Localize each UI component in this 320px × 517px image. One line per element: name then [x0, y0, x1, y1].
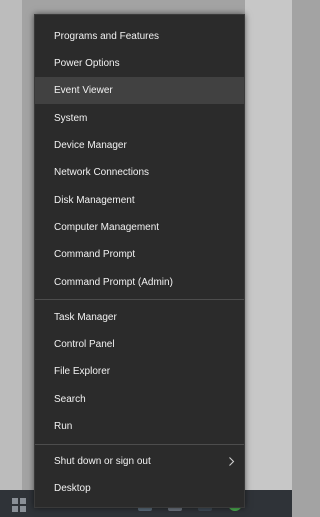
chevron-right-icon — [229, 457, 235, 466]
menu-item-label: Shut down or sign out — [54, 456, 151, 467]
start-button-icon[interactable] — [12, 498, 26, 512]
menu-item-programs-and-features[interactable]: Programs and Features — [35, 23, 244, 50]
desktop-background-left — [0, 0, 22, 517]
menu-separator — [35, 444, 244, 445]
menu-item-control-panel[interactable]: Control Panel — [35, 331, 244, 358]
menu-item-computer-management[interactable]: Computer Management — [35, 214, 244, 241]
menu-item-task-manager[interactable]: Task Manager — [35, 304, 244, 331]
menu-item-command-prompt[interactable]: Command Prompt — [35, 241, 244, 268]
menu-item-file-explorer[interactable]: File Explorer — [35, 358, 244, 385]
menu-item-disk-management[interactable]: Disk Management — [35, 187, 244, 214]
menu-item-system[interactable]: System — [35, 105, 244, 132]
menu-item-search[interactable]: Search — [35, 386, 244, 413]
menu-item-network-connections[interactable]: Network Connections — [35, 159, 244, 186]
menu-separator — [35, 299, 244, 300]
desktop-background-right — [245, 0, 292, 490]
menu-item-shut-down-or-sign-out[interactable]: Shut down or sign out — [35, 448, 244, 475]
winx-context-menu: Programs and Features Power Options Even… — [34, 14, 245, 508]
menu-item-power-options[interactable]: Power Options — [35, 50, 244, 77]
menu-item-event-viewer[interactable]: Event Viewer — [35, 77, 244, 104]
menu-item-device-manager[interactable]: Device Manager — [35, 132, 244, 159]
menu-item-command-prompt-admin[interactable]: Command Prompt (Admin) — [35, 269, 244, 296]
menu-item-run[interactable]: Run — [35, 413, 244, 440]
menu-item-desktop[interactable]: Desktop — [35, 475, 244, 502]
